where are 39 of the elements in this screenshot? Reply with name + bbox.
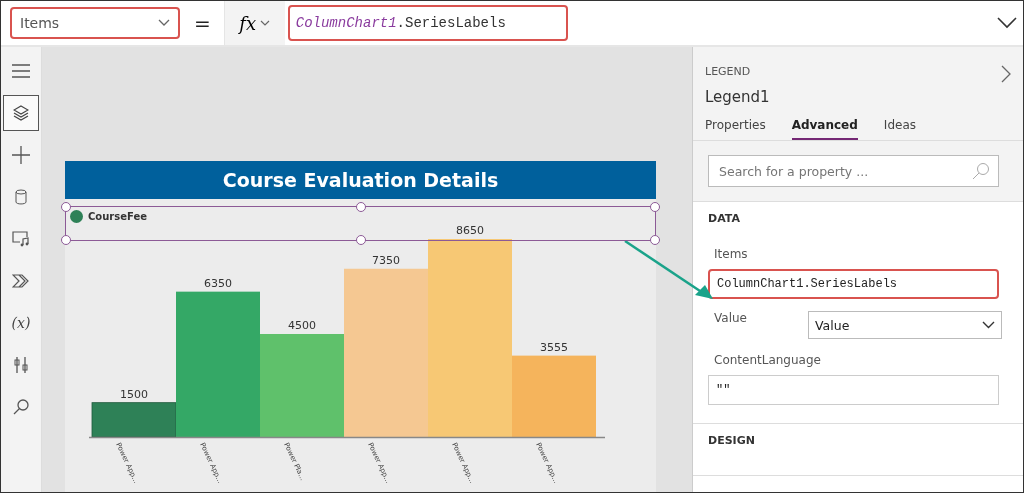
data-label: 1500: [120, 387, 148, 401]
panel-tab[interactable]: Properties: [705, 118, 766, 140]
field-label: ContentLanguage: [714, 353, 822, 367]
chevron-right-icon[interactable]: [1001, 65, 1011, 83]
resize-handle[interactable]: [61, 235, 71, 245]
panel-tab[interactable]: Ideas: [883, 118, 916, 140]
value-dropdown[interactable]: Value: [808, 311, 1002, 339]
control-name: Legend1: [705, 88, 771, 106]
section-heading: DESIGN: [708, 434, 756, 447]
property-search-field[interactable]: Search for a property ...: [708, 155, 999, 187]
data-label: 3555: [540, 340, 568, 354]
field-label: Value: [714, 311, 748, 325]
input-field[interactable]: ColumnChart1.SeriesLabels: [708, 269, 999, 299]
legend-label: CourseFee: [88, 211, 147, 222]
data-label: 7350: [372, 253, 400, 267]
layers-icon[interactable]: [3, 95, 39, 131]
equals-sign: =: [194, 11, 211, 35]
input-field[interactable]: "": [708, 375, 999, 405]
field-label: Items: [714, 247, 749, 261]
resize-handle[interactable]: [61, 202, 71, 212]
variables-button[interactable]: (x): [3, 305, 39, 341]
formula-field[interactable]: ColumnChart1.SeriesLabels: [287, 5, 568, 41]
data-label: 8650: [456, 224, 484, 237]
expand-chevron-icon[interactable]: [997, 17, 1017, 29]
data-label: 4500: [288, 319, 316, 332]
property-dropdown[interactable]: Items: [10, 7, 180, 39]
data-label: 6350: [204, 276, 232, 290]
chart-title-banner: Course Evaluation Details: [65, 161, 656, 199]
resize-handle[interactable]: [356, 202, 366, 212]
chevron-down-icon: [260, 19, 271, 27]
resize-handle[interactable]: [650, 235, 660, 245]
chevron-down-icon: [158, 19, 170, 27]
section-heading: DATA: [708, 212, 741, 225]
search-icon: [972, 162, 990, 180]
resize-handle[interactable]: [650, 202, 660, 212]
control-type-label: LEGEND: [705, 65, 751, 78]
resize-handle[interactable]: [356, 235, 366, 245]
chevron-down-icon: [982, 321, 995, 329]
function-button[interactable]: fx: [223, 1, 285, 45]
